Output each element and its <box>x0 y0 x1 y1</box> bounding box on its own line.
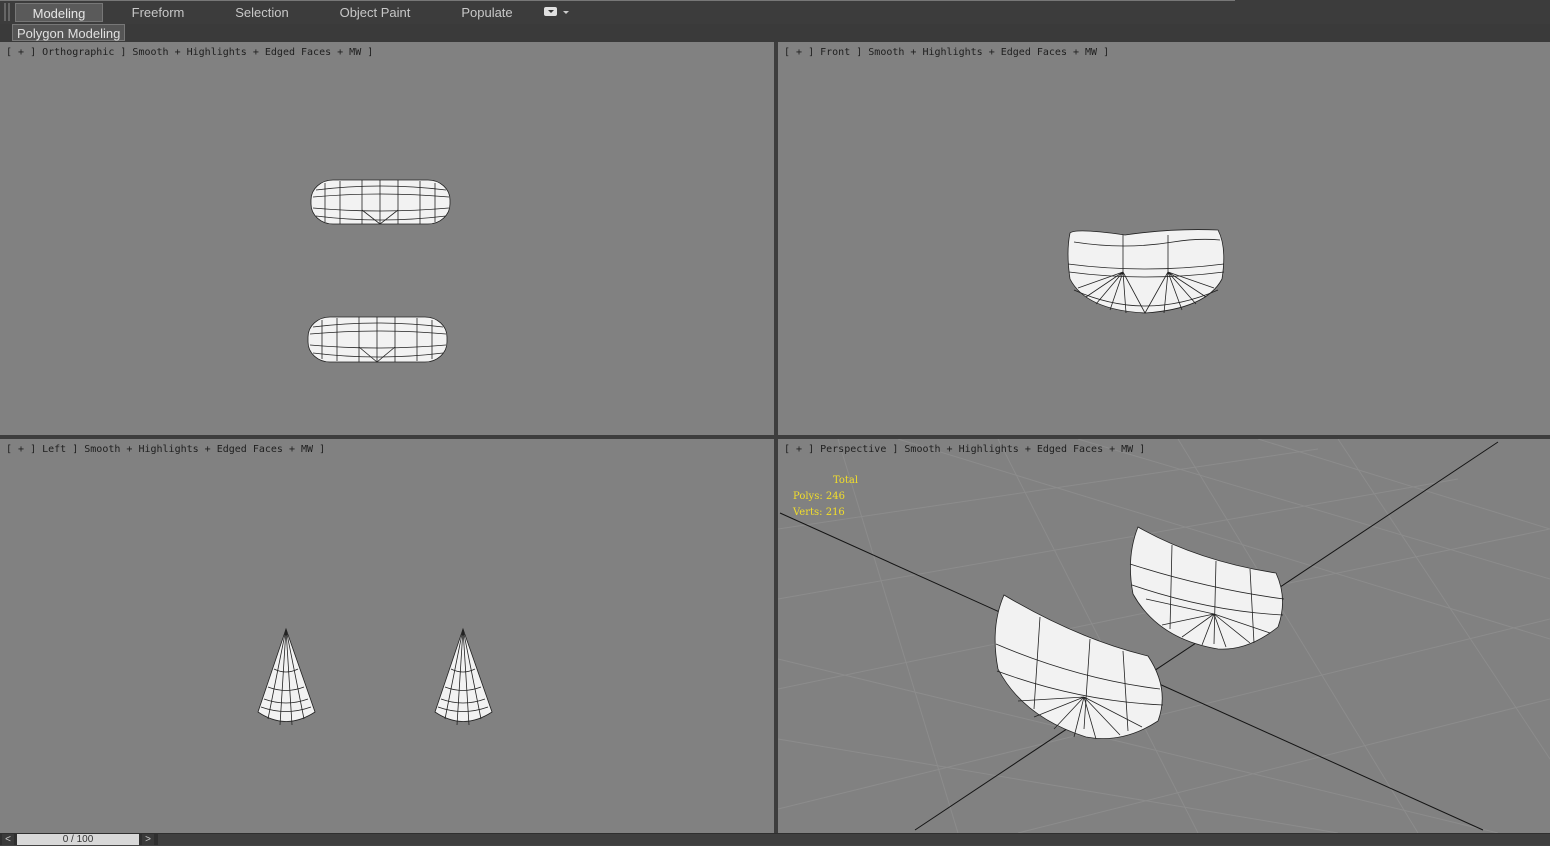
ribbon-top-line <box>0 0 1235 1</box>
tab-modeling[interactable]: Modeling <box>15 3 103 22</box>
viewport-orthographic[interactable]: [ + ] Orthographic ] Smooth + Highlights… <box>0 42 774 435</box>
perspective-object-2 <box>1129 526 1285 650</box>
stats-polys: Polys: 246 <box>793 491 845 502</box>
stats-total-label: Total <box>833 475 859 486</box>
viewport-label-perspective[interactable]: [ + ] Perspective ] Smooth + Highlights … <box>784 444 1145 455</box>
viewport-perspective[interactable]: [ + ] Perspective ] Smooth + Highlights … <box>778 439 1550 833</box>
ribbon-grip-handle[interactable] <box>4 3 10 21</box>
left-object-2 <box>434 627 493 726</box>
ortho-object-2 <box>307 316 448 363</box>
ribbon-panel-bar: Polygon Modeling <box>0 24 1550 43</box>
left-scene <box>257 627 493 726</box>
perspective-axes <box>779 441 1499 831</box>
tab-selection[interactable]: Selection <box>222 3 302 22</box>
time-slider[interactable]: 0 / 100 <box>17 834 139 845</box>
scene-statistics: Total Polys: 246 Verts: 216 <box>793 473 858 521</box>
orthographic-scene <box>307 179 451 363</box>
front-object <box>1067 229 1225 314</box>
viewport-divider-vertical[interactable] <box>774 42 778 833</box>
left-object-1 <box>257 627 316 726</box>
timeline-next-button[interactable]: > <box>142 834 154 845</box>
timeline-bar: < 0 / 100 > <box>0 833 1550 845</box>
ortho-object-1 <box>310 179 451 225</box>
timeline-prev-button[interactable]: < <box>2 834 14 845</box>
tab-freeform[interactable]: Freeform <box>118 3 198 22</box>
chevron-down-icon[interactable] <box>563 11 569 14</box>
front-scene <box>1067 229 1225 314</box>
viewport-front[interactable]: [ + ] Front ] Smooth + Highlights + Edge… <box>778 42 1550 435</box>
ribbon-tabs-bar: Modeling Freeform Selection Object Paint… <box>0 0 1550 25</box>
viewport-left[interactable]: [ + ] Left ] Smooth + Highlights + Edged… <box>0 439 774 833</box>
tab-populate[interactable]: Populate <box>450 3 524 22</box>
perspective-scene <box>778 439 1550 833</box>
ribbon-options-icon[interactable] <box>544 7 557 16</box>
timeline-track[interactable] <box>158 834 1550 845</box>
perspective-grid <box>778 439 1550 833</box>
tab-object-paint[interactable]: Object Paint <box>330 3 420 22</box>
stats-verts: Verts: 216 <box>793 507 845 518</box>
subtab-polygon-modeling[interactable]: Polygon Modeling <box>12 24 126 41</box>
